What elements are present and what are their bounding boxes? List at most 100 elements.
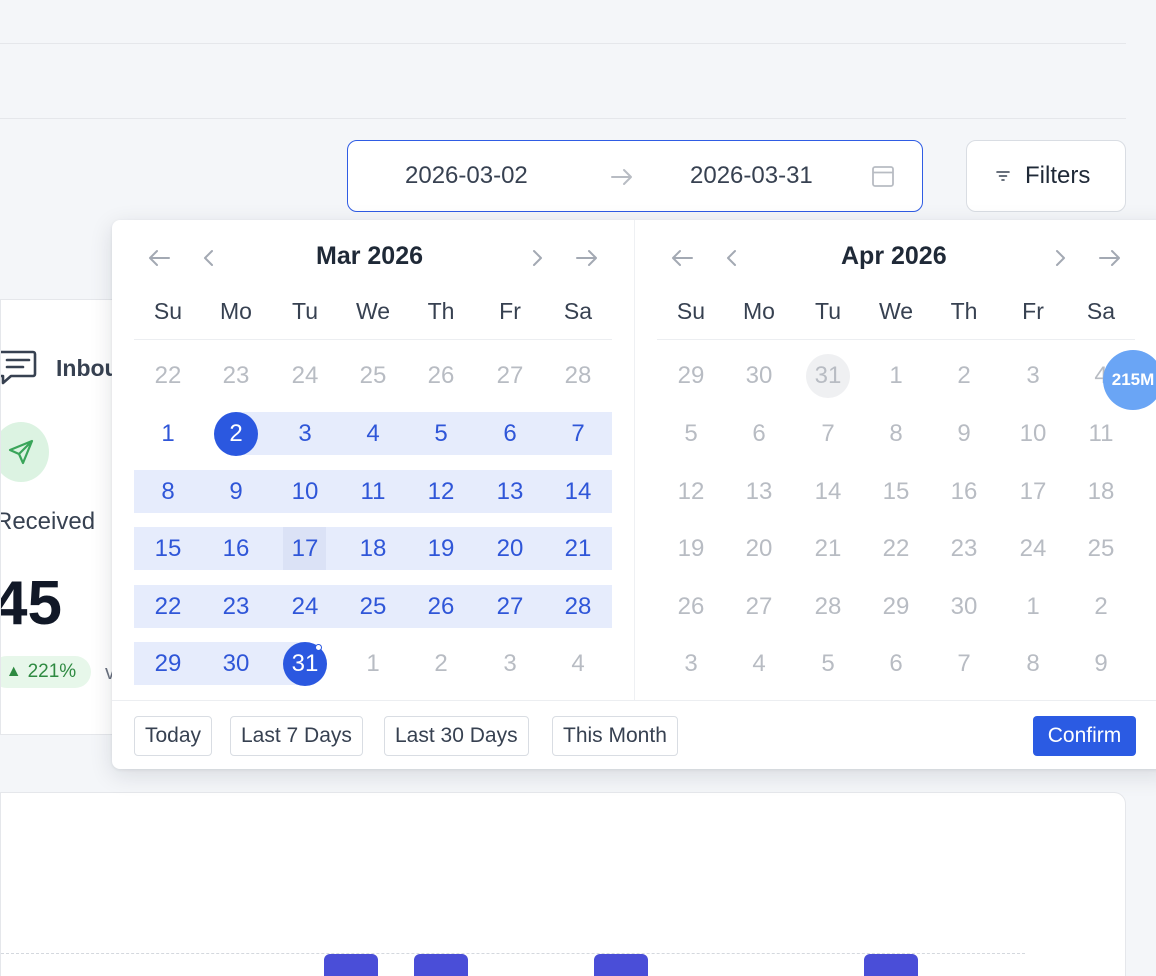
calendar-day[interactable]: 9: [1071, 642, 1131, 686]
calendar-day[interactable]: 24: [1003, 527, 1063, 571]
calendar-day[interactable]: 7: [798, 412, 858, 456]
calendar-day[interactable]: 18: [1071, 470, 1131, 514]
calendar-day[interactable]: 15: [866, 470, 926, 514]
preset-today-button[interactable]: Today: [134, 716, 213, 756]
prev-year-icon[interactable]: [668, 244, 696, 272]
calendar-day[interactable]: 11: [1071, 412, 1131, 456]
date-range-picker[interactable]: 2026-03-02 2026-03-31: [347, 140, 923, 212]
calendar-day[interactable]: 30: [934, 585, 994, 629]
calendar-day-in-range[interactable]: 20: [480, 527, 540, 571]
calendar-day[interactable]: 20: [729, 527, 789, 571]
calendar-day[interactable]: 30: [729, 354, 789, 398]
filters-button[interactable]: Filters: [966, 140, 1126, 212]
calendar-day[interactable]: 10: [1003, 412, 1063, 456]
calendar-day-in-range[interactable]: 16: [206, 527, 266, 571]
calendar-day-in-range[interactable]: 25: [343, 585, 403, 629]
calendar-day[interactable]: 2: [1071, 585, 1131, 629]
calendar-day[interactable]: 3: [1003, 354, 1063, 398]
next-month-icon[interactable]: [1046, 244, 1074, 272]
calendar-day[interactable]: 22: [138, 354, 198, 398]
calendar-day-in-range[interactable]: 11: [343, 470, 403, 514]
calendar-day-in-range[interactable]: 24: [275, 585, 335, 629]
calendar-day-in-range[interactable]: 12: [411, 470, 471, 514]
calendar-day-in-range[interactable]: 4: [343, 412, 403, 456]
calendar-day[interactable]: 26: [411, 354, 471, 398]
calendar-day-in-range[interactable]: 3: [275, 412, 335, 456]
calendar-day[interactable]: 26: [661, 585, 721, 629]
next-year-icon[interactable]: [1096, 244, 1124, 272]
calendar-day-in-range[interactable]: 17: [275, 527, 335, 571]
calendar-day-in-range[interactable]: 7: [548, 412, 608, 456]
preset-last-30-days-button[interactable]: Last 30 Days: [384, 716, 529, 756]
calendar-day[interactable]: 17: [1003, 470, 1063, 514]
chart-bar[interactable]: [324, 954, 378, 976]
calendar-day-in-range[interactable]: 9: [206, 470, 266, 514]
calendar-day-in-range[interactable]: 19: [411, 527, 471, 571]
calendar-day[interactable]: 23: [206, 354, 266, 398]
calendar-day-in-range[interactable]: 22: [138, 585, 198, 629]
calendar-day[interactable]: 7: [934, 642, 994, 686]
prev-month-icon[interactable]: [195, 244, 223, 272]
calendar-day[interactable]: 1: [343, 642, 403, 686]
calendar-day[interactable]: 29: [866, 585, 926, 629]
calendar-day-in-range[interactable]: 5: [411, 412, 471, 456]
calendar-day-in-range[interactable]: 15: [138, 527, 198, 571]
chart-bar[interactable]: [594, 954, 648, 976]
calendar-day[interactable]: 14: [798, 470, 858, 514]
calendar-day[interactable]: 4: [729, 642, 789, 686]
calendar-day[interactable]: 1: [866, 354, 926, 398]
calendar-day-in-range[interactable]: 27: [480, 585, 540, 629]
calendar-day-in-range[interactable]: 23: [206, 585, 266, 629]
calendar-day[interactable]: 13: [729, 470, 789, 514]
selected-start-day[interactable]: 2: [214, 412, 258, 456]
calendar-day[interactable]: 4: [548, 642, 608, 686]
calendar-day-in-range[interactable]: 6: [480, 412, 540, 456]
calendar-day[interactable]: 27: [480, 354, 540, 398]
next-year-icon[interactable]: [573, 244, 601, 272]
next-month-icon[interactable]: [523, 244, 551, 272]
calendar-day-in-range[interactable]: 10: [275, 470, 335, 514]
calendar-day[interactable]: 16: [934, 470, 994, 514]
calendar-day[interactable]: 8: [866, 412, 926, 456]
calendar-day[interactable]: 3: [480, 642, 540, 686]
calendar-day[interactable]: 5: [661, 412, 721, 456]
hovered-day[interactable]: 31: [806, 354, 850, 398]
chart-bar[interactable]: [864, 954, 918, 976]
chart-bar[interactable]: [414, 954, 468, 976]
calendar-day[interactable]: 6: [729, 412, 789, 456]
calendar-day[interactable]: 27: [729, 585, 789, 629]
month-title-left[interactable]: Mar 2026: [316, 242, 423, 271]
calendar-day[interactable]: 29: [661, 354, 721, 398]
calendar-day-in-range[interactable]: 1: [138, 412, 198, 456]
calendar-day-in-range[interactable]: 28: [548, 585, 608, 629]
range-start-input[interactable]: 2026-03-02: [405, 162, 528, 190]
calendar-day[interactable]: 3: [661, 642, 721, 686]
preset-this-month-button[interactable]: This Month: [552, 716, 678, 756]
calendar-day[interactable]: 12: [661, 470, 721, 514]
confirm-button[interactable]: Confirm: [1033, 716, 1136, 756]
calendar-day[interactable]: 28: [548, 354, 608, 398]
calendar-day[interactable]: 5: [798, 642, 858, 686]
calendar-day-in-range[interactable]: 26: [411, 585, 471, 629]
calendar-day[interactable]: 2: [934, 354, 994, 398]
calendar-day-in-range[interactable]: 8: [138, 470, 198, 514]
calendar-day[interactable]: 21: [798, 527, 858, 571]
calendar-day-in-range[interactable]: 18: [343, 527, 403, 571]
floating-badge[interactable]: 215M: [1103, 350, 1156, 410]
calendar-day[interactable]: 2: [411, 642, 471, 686]
calendar-day[interactable]: 6: [866, 642, 926, 686]
calendar-day-in-range[interactable]: 13: [480, 470, 540, 514]
calendar-day[interactable]: 25: [1071, 527, 1131, 571]
calendar-day[interactable]: 8: [1003, 642, 1063, 686]
calendar-day[interactable]: 25: [343, 354, 403, 398]
calendar-day-in-range[interactable]: 21: [548, 527, 608, 571]
calendar-day-in-range[interactable]: 14: [548, 470, 608, 514]
calendar-day[interactable]: 9: [934, 412, 994, 456]
prev-month-icon[interactable]: [718, 244, 746, 272]
prev-year-icon[interactable]: [145, 244, 173, 272]
calendar-day[interactable]: 1: [1003, 585, 1063, 629]
calendar-day[interactable]: 28: [798, 585, 858, 629]
calendar-day[interactable]: 23: [934, 527, 994, 571]
month-title-right[interactable]: Apr 2026: [841, 242, 947, 271]
calendar-day-in-range[interactable]: 29: [138, 642, 198, 686]
